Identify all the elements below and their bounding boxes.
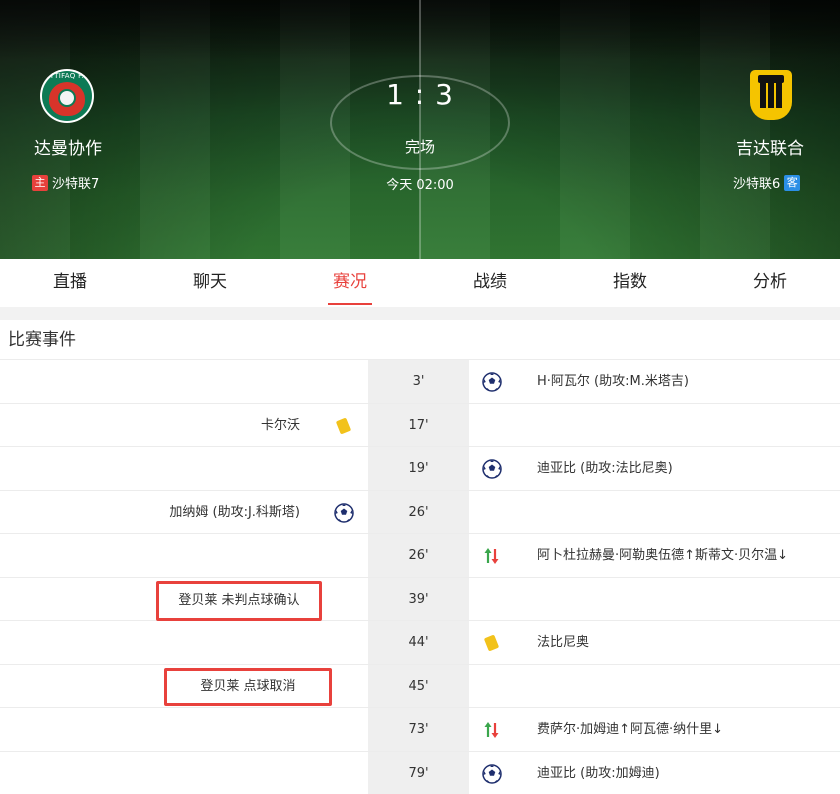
event-row: 39' 登贝莱 未判点球确认 xyxy=(0,577,840,621)
away-event-text[interactable]: 法比尼奥 xyxy=(537,621,589,664)
away-team-name[interactable]: 吉达联合 xyxy=(736,134,804,159)
away-event-text[interactable]: H·阿瓦尔 (助攻:M.米塔吉) xyxy=(537,360,689,403)
event-row: 3' H·阿瓦尔 (助攻:M.米塔吉) xyxy=(0,360,840,404)
var-decision-box: 登贝莱 点球取消 xyxy=(164,667,332,706)
away-league-rank: 沙特联6 客 xyxy=(733,173,801,192)
away-event-text[interactable]: 迪亚比 (助攻:法比尼奥) xyxy=(537,447,673,490)
home-team-name[interactable]: 达曼协作 xyxy=(34,134,102,159)
event-minute: 39' xyxy=(368,577,469,620)
tab-record[interactable]: 战绩 xyxy=(420,259,560,307)
event-row: 79' 迪亚比 (助攻:加姆迪) xyxy=(0,751,840,794)
event-row: 26' 加纳姆 (助攻:J.科斯塔) xyxy=(0,490,840,534)
event-row: 45' 登贝莱 点球取消 xyxy=(0,664,840,708)
event-minute: 79' xyxy=(368,751,469,794)
event-row: 19' 迪亚比 (助攻:法比尼奥) xyxy=(0,447,840,491)
goal-icon xyxy=(334,502,354,523)
event-minute: 19' xyxy=(368,447,469,490)
home-crest-text: ETTIFAQ F.C xyxy=(44,72,89,80)
goal-icon xyxy=(482,763,502,784)
away-event-text[interactable]: 费萨尔·加姆迪↑阿瓦德·纳什里↓ xyxy=(537,708,723,751)
match-score: 1 : 3 xyxy=(386,78,454,111)
match-time: 今天 02:00 xyxy=(386,178,454,193)
event-minute: 26' xyxy=(368,490,469,533)
yellow-card-icon xyxy=(334,416,354,436)
home-event-text[interactable]: 加纳姆 (助攻:J.科斯塔) xyxy=(169,491,300,534)
event-minute: 26' xyxy=(368,534,469,577)
events-title: 比赛事件 xyxy=(0,320,840,360)
events-list: 3' H·阿瓦尔 (助攻:M.米塔吉) 17' 卡尔沃 19' 迪亚比 (助攻:法比尼奥)… xyxy=(0,360,840,794)
event-row: 26' 阿卜杜拉赫曼·阿勒奥伍德↑斯蒂文·贝尔温↓ xyxy=(0,534,840,578)
tab-odds[interactable]: 指数 xyxy=(560,259,700,307)
home-rank-text: 沙特联7 xyxy=(52,177,100,192)
match-header: ETTIFAQ F.C 达曼协作 吉达联合 1 : 3 完场 今天 02:00 … xyxy=(0,0,840,259)
substitution-icon xyxy=(482,546,502,566)
home-badge: 主 xyxy=(32,174,48,191)
event-minute: 17' xyxy=(368,403,469,446)
tab-analysis[interactable]: 分析 xyxy=(700,259,840,307)
event-minute: 45' xyxy=(368,664,469,707)
tab-chat[interactable]: 聊天 xyxy=(140,259,280,307)
away-rank-text: 沙特联6 xyxy=(733,177,781,192)
away-badge: 客 xyxy=(784,174,801,191)
var-decision-box: 登贝莱 未判点球确认 xyxy=(156,580,322,621)
home-league-rank: 主 沙特联7 xyxy=(32,173,99,192)
away-event-text[interactable]: 迪亚比 (助攻:加姆迪) xyxy=(537,752,660,794)
match-tabs: 直播 聊天 赛况 战绩 指数 分析 xyxy=(0,259,840,307)
away-event-text[interactable]: 阿卜杜拉赫曼·阿勒奥伍德↑斯蒂文·贝尔温↓ xyxy=(537,534,788,577)
home-event-text[interactable]: 卡尔沃 xyxy=(261,404,300,447)
goal-icon xyxy=(482,459,502,479)
substitution-icon xyxy=(482,720,502,740)
event-minute: 44' xyxy=(368,621,469,664)
event-row: 73' 费萨尔·加姆迪↑阿瓦德·纳什里↓ xyxy=(0,708,840,752)
home-team-crest-icon[interactable]: ETTIFAQ F.C xyxy=(40,69,94,123)
events-panel: 比赛事件 3' H·阿瓦尔 (助攻:M.米塔吉) 17' 卡尔沃 19' 迪亚比 (助攻:… xyxy=(0,320,840,794)
event-minute: 3' xyxy=(368,360,469,403)
tab-live[interactable]: 直播 xyxy=(0,259,140,307)
event-row: 17' 卡尔沃 xyxy=(0,403,840,447)
yellow-card-icon xyxy=(482,633,502,653)
match-status: 完场 xyxy=(404,138,435,156)
goal-icon xyxy=(482,372,502,392)
tab-match-events[interactable]: 赛况 xyxy=(280,259,420,307)
event-row: 44' 法比尼奥 xyxy=(0,621,840,665)
away-team-crest-icon[interactable] xyxy=(744,70,798,122)
event-minute: 73' xyxy=(368,708,469,751)
